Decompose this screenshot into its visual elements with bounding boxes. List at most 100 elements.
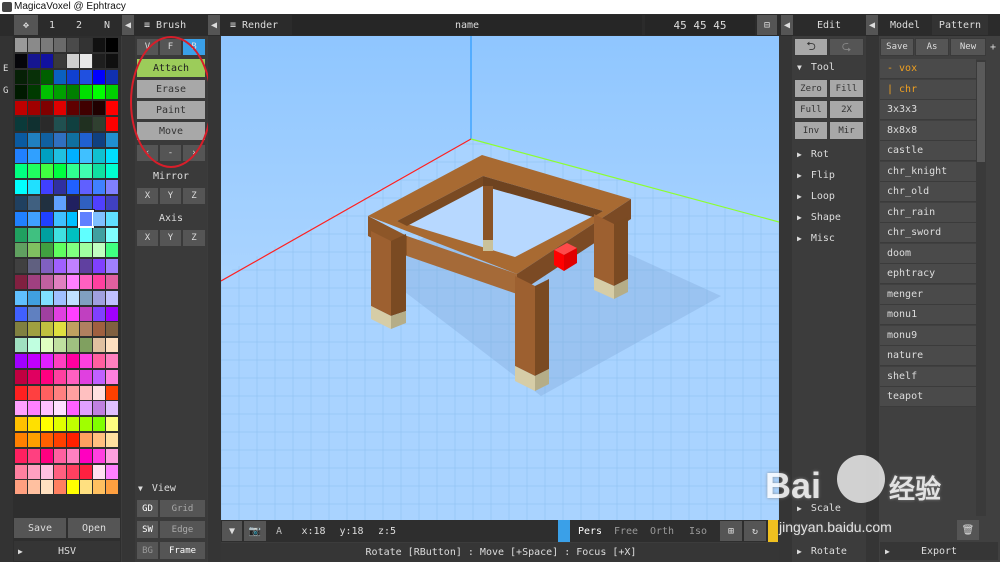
palette-swatch[interactable]: [41, 132, 53, 147]
palette-swatch[interactable]: [54, 480, 66, 495]
model-list-item[interactable]: doom: [880, 243, 976, 264]
palette-swatch[interactable]: [93, 401, 105, 416]
palette-swatch[interactable]: [28, 480, 40, 495]
palette-swatch[interactable]: [15, 164, 27, 179]
palette-swatch[interactable]: [106, 164, 118, 179]
palette-swatch[interactable]: [28, 196, 40, 210]
brush-header[interactable]: ≡ Brush: [138, 15, 208, 35]
axis-x[interactable]: X: [136, 229, 159, 247]
model-list-item[interactable]: shelf: [880, 366, 976, 387]
palette-swatch[interactable]: [28, 322, 40, 337]
palette-swatch[interactable]: [15, 433, 27, 447]
model-list-item[interactable]: castle: [880, 141, 976, 161]
palette-swatch[interactable]: [106, 338, 118, 353]
palette-swatch[interactable]: [93, 69, 105, 84]
palette-swatch[interactable]: [15, 132, 27, 147]
palette-swatch[interactable]: [15, 369, 27, 384]
palette-swatch[interactable]: [80, 401, 92, 416]
palette-swatch[interactable]: [93, 180, 105, 195]
palette-swatch[interactable]: [67, 290, 79, 305]
palette-swatch[interactable]: [41, 148, 53, 163]
palette-swatch[interactable]: [67, 85, 79, 100]
palette-swatch[interactable]: [93, 290, 105, 305]
palette-swatch[interactable]: [80, 132, 92, 147]
model-as-button[interactable]: As: [915, 38, 949, 56]
model-list-item[interactable]: chr_sword: [880, 223, 976, 243]
palette-swatch[interactable]: [15, 53, 27, 68]
palette-swatch[interactable]: [80, 369, 92, 384]
model-list-item[interactable]: 8x8x8: [880, 120, 976, 141]
palette-swatch[interactable]: [54, 180, 66, 195]
collapse-brush-icon[interactable]: ◀: [208, 15, 220, 35]
palette-swatch[interactable]: [93, 480, 105, 495]
palette-swatch[interactable]: [15, 275, 27, 289]
model-list-item[interactable]: monu1: [880, 305, 976, 325]
palette-swatch[interactable]: [28, 180, 40, 195]
palette-swatch[interactable]: [80, 322, 92, 337]
palette-swatch[interactable]: [54, 101, 66, 116]
palette-swatch[interactable]: [54, 164, 66, 179]
palette-swatch[interactable]: [78, 209, 94, 228]
palette-swatch[interactable]: [15, 401, 27, 416]
3d-viewport[interactable]: [221, 36, 779, 520]
palette-swatch[interactable]: [28, 148, 40, 163]
palette-swatch[interactable]: [106, 148, 118, 163]
collapse-left-icon[interactable]: ◀: [122, 15, 134, 35]
sw-toggle[interactable]: SW: [136, 520, 159, 539]
model-list-item[interactable]: 3x3x3: [880, 100, 976, 120]
palette-swatch[interactable]: [54, 322, 66, 337]
palette-swatch[interactable]: [15, 448, 27, 463]
palette-swatch[interactable]: [106, 101, 118, 116]
loop-section[interactable]: ▶ Loop: [797, 187, 863, 205]
flip-section[interactable]: ▶ Flip: [797, 166, 863, 184]
scroll-thumb[interactable]: [977, 62, 985, 162]
palette-swatch[interactable]: [15, 338, 27, 353]
palette-tab-n[interactable]: N: [94, 15, 120, 35]
palette-swatch[interactable]: [67, 369, 79, 384]
zero-button[interactable]: Zero: [794, 79, 828, 98]
edge-toggle[interactable]: Edge: [159, 520, 206, 539]
model-size-field[interactable]: 45 45 45: [645, 15, 755, 35]
palette-swatch[interactable]: [41, 385, 53, 400]
palette-swatch[interactable]: [28, 290, 40, 305]
palette-swatch[interactable]: [28, 306, 40, 321]
palette-swatch[interactable]: [28, 117, 40, 131]
redo-icon[interactable]: ⮎: [829, 38, 864, 56]
palette-swatch[interactable]: [67, 117, 79, 131]
palette-swatch[interactable]: [41, 196, 53, 210]
view-iso[interactable]: Iso: [680, 521, 716, 541]
palette-swatch[interactable]: [80, 117, 92, 131]
move-icon[interactable]: ✥: [14, 15, 38, 35]
palette-swatch[interactable]: [106, 480, 118, 495]
palette-swatch[interactable]: [80, 85, 92, 100]
palette-swatch[interactable]: [80, 259, 92, 274]
palette-swatch[interactable]: [67, 132, 79, 147]
palette-swatch[interactable]: [80, 69, 92, 84]
palette-swatch[interactable]: [67, 385, 79, 400]
palette-swatch[interactable]: [15, 196, 27, 210]
palette-swatch[interactable]: [106, 385, 118, 400]
palette-swatch[interactable]: [54, 338, 66, 353]
palette-swatch[interactable]: [106, 401, 118, 416]
palette-swatch[interactable]: [106, 227, 118, 242]
view-orth[interactable]: Orth: [644, 521, 680, 541]
palette-save-button[interactable]: Save: [14, 518, 66, 538]
palette-swatch[interactable]: [93, 385, 105, 400]
palette-swatch[interactable]: [54, 354, 66, 368]
palette-swatch[interactable]: [15, 85, 27, 100]
bg-toggle[interactable]: BG: [136, 541, 159, 560]
palette-swatch[interactable]: [15, 101, 27, 116]
model-list-item[interactable]: chr_old: [880, 182, 976, 202]
model-list-item[interactable]: ephtracy: [880, 264, 976, 284]
palette-swatch[interactable]: [54, 85, 66, 100]
palette-swatch[interactable]: [93, 433, 105, 447]
palette-swatch[interactable]: [80, 464, 92, 479]
palette-swatch[interactable]: [54, 306, 66, 321]
palette-swatch[interactable]: [93, 38, 105, 52]
palette-swatch[interactable]: [15, 464, 27, 479]
camera-icon[interactable]: 📷: [244, 521, 266, 541]
palette-swatch[interactable]: [67, 480, 79, 495]
palette-swatch[interactable]: [93, 101, 105, 116]
undo-icon[interactable]: ⮌: [794, 38, 828, 56]
palette-swatch[interactable]: [41, 69, 53, 84]
